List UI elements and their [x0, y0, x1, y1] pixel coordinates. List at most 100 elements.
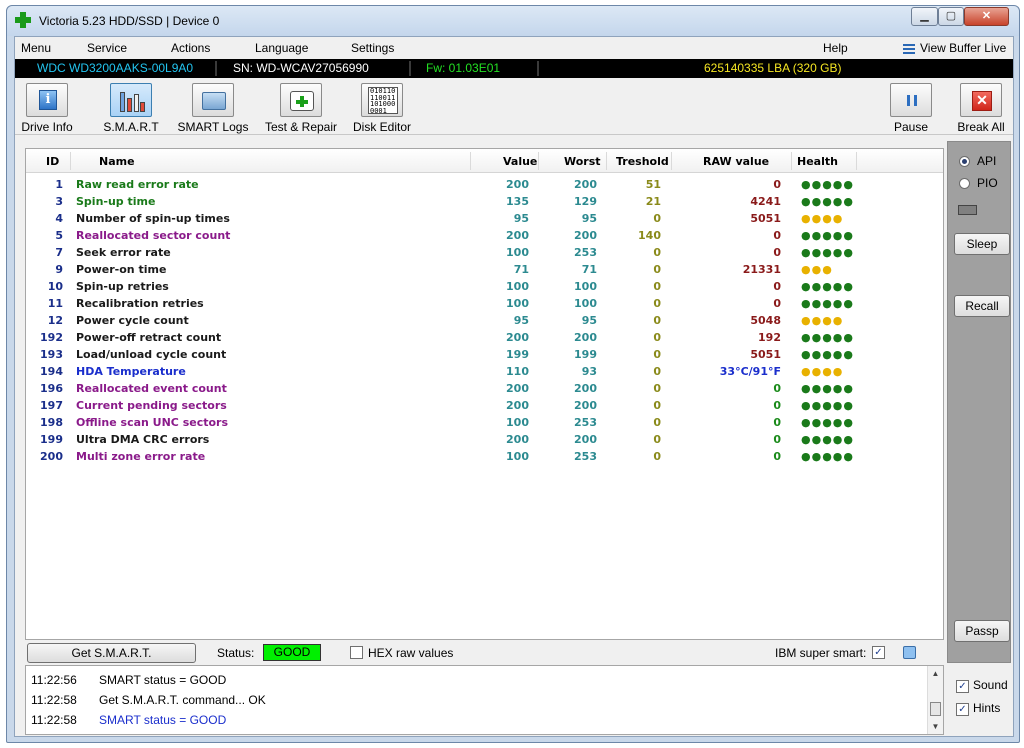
- recall-button[interactable]: Recall: [954, 295, 1010, 317]
- smart-logs-button[interactable]: SMART Logs: [177, 79, 249, 134]
- cell-raw-value: 5051: [750, 348, 781, 361]
- col-value[interactable]: Value: [503, 155, 537, 168]
- table-row[interactable]: 3 Spin-up time 135 129 21 4241 ●●●●●: [26, 193, 943, 210]
- get-smart-button[interactable]: Get S.M.A.R.T.: [27, 643, 196, 663]
- drive-info-button-frame: i: [26, 83, 68, 117]
- cell-id: 194: [40, 365, 63, 378]
- cell-name: Ultra DMA CRC errors: [76, 433, 210, 446]
- sound-checkbox[interactable]: ✓: [956, 680, 969, 693]
- col-health[interactable]: Health: [797, 155, 838, 168]
- table-row[interactable]: 194 HDA Temperature 110 93 0 33°C/91°F ●●●●: [26, 363, 943, 380]
- menu-help[interactable]: Help: [823, 41, 848, 55]
- passp-button[interactable]: Passp: [954, 620, 1010, 642]
- cell-name: HDA Temperature: [76, 365, 186, 378]
- cell-treshold: 21: [645, 195, 661, 208]
- cell-treshold: 0: [653, 246, 661, 259]
- col-raw-value[interactable]: RAW value: [703, 155, 769, 168]
- smart-table: ID Name Value Worst Treshold RAW value H…: [25, 148, 944, 640]
- menu-language[interactable]: Language: [255, 41, 308, 55]
- cell-worst: 100: [574, 280, 597, 293]
- menu-menu[interactable]: Menu: [21, 41, 51, 55]
- column-separator[interactable]: [538, 152, 539, 170]
- device-separator: [537, 61, 539, 76]
- table-row[interactable]: 12 Power cycle count 95 95 0 5048 ●●●●: [26, 312, 943, 329]
- test-repair-button[interactable]: Test & Repair: [263, 79, 339, 134]
- scroll-down-icon[interactable]: ▼: [928, 719, 943, 734]
- pause-button[interactable]: Pause: [889, 79, 933, 134]
- cell-value: 200: [506, 382, 529, 395]
- col-id[interactable]: ID: [46, 155, 59, 168]
- table-row[interactable]: 197 Current pending sectors 200 200 0 0 ●●●●●: [26, 397, 943, 414]
- api-radio[interactable]: [959, 156, 970, 167]
- minimize-button[interactable]: ▁: [911, 7, 938, 26]
- table-row[interactable]: 193 Load/unload cycle count 199 199 0 5051 ●●●…: [26, 346, 943, 363]
- sound-label: Sound: [973, 678, 1008, 692]
- cell-treshold: 0: [653, 382, 661, 395]
- table-row[interactable]: 1 Raw read error rate 200 200 51 0 ●●●●●: [26, 176, 943, 193]
- cell-raw-value: 21331: [742, 263, 781, 276]
- hex-raw-label: HEX raw values: [368, 646, 454, 660]
- ibm-super-smart-label: IBM super smart:: [775, 646, 867, 660]
- break-all-button[interactable]: ✕ Break All: [955, 79, 1007, 134]
- smart-table-header: ID Name Value Worst Treshold RAW value H…: [26, 149, 943, 173]
- smart-button[interactable]: S.M.A.R.T: [99, 79, 163, 134]
- column-separator[interactable]: [671, 152, 672, 170]
- cell-treshold: 0: [653, 433, 661, 446]
- table-row[interactable]: 9 Power-on time 71 71 0 21331 ●●●: [26, 261, 943, 278]
- cell-raw-value: 4241: [750, 195, 781, 208]
- column-separator[interactable]: [470, 152, 471, 170]
- col-worst[interactable]: Worst: [564, 155, 601, 168]
- cell-name: Power cycle count: [76, 314, 189, 327]
- scroll-up-icon[interactable]: ▲: [928, 666, 943, 681]
- cell-id: 12: [47, 314, 63, 327]
- table-row[interactable]: 192 Power-off retract count 200 200 0 192 ●●●●…: [26, 329, 943, 346]
- table-row[interactable]: 199 Ultra DMA CRC errors 200 200 0 0 ●●●●●: [26, 431, 943, 448]
- cell-treshold: 0: [653, 450, 661, 463]
- menu-service[interactable]: Service: [87, 41, 127, 55]
- folder-icon: [202, 92, 226, 110]
- view-buffer-live[interactable]: View Buffer Live: [903, 41, 1006, 55]
- title-bar[interactable]: Victoria 5.23 HDD/SSD | Device 0 ▁ ▢ ✕: [7, 6, 1019, 36]
- ibm-super-smart-checkbox[interactable]: ✓: [872, 646, 885, 659]
- column-separator[interactable]: [791, 152, 792, 170]
- menu-settings[interactable]: Settings: [351, 41, 394, 55]
- scroll-thumb[interactable]: [930, 702, 941, 716]
- table-row[interactable]: 11 Recalibration retries 100 100 0 0 ●●●●●: [26, 295, 943, 312]
- column-separator[interactable]: [606, 152, 607, 170]
- log-panel: 11:22:56 SMART status = GOOD 11:22:58 Get …: [25, 665, 944, 735]
- column-separator[interactable]: [856, 152, 857, 170]
- cell-worst: 200: [574, 178, 597, 191]
- table-row[interactable]: 200 Multi zone error rate 100 253 0 0 ●●●●●: [26, 448, 943, 465]
- cell-id: 193: [40, 348, 63, 361]
- hex-raw-checkbox[interactable]: [350, 646, 363, 659]
- maximize-button[interactable]: ▢: [938, 7, 964, 26]
- disk-editor-button[interactable]: 010110 110011 101000 0001 Disk Editor: [351, 79, 413, 134]
- log-scrollbar[interactable]: ▲ ▼: [927, 666, 943, 734]
- column-separator[interactable]: [70, 152, 71, 170]
- cell-value: 100: [506, 297, 529, 310]
- table-row[interactable]: 4 Number of spin-up times 95 95 0 5051 ●●●●: [26, 210, 943, 227]
- pio-radio[interactable]: [959, 178, 970, 189]
- table-row[interactable]: 198 Offline scan UNC sectors 100 253 0 0 ●●●●●: [26, 414, 943, 431]
- cell-health: ●●●●●: [801, 433, 854, 446]
- col-name[interactable]: Name: [99, 155, 135, 168]
- table-row[interactable]: 10 Spin-up retries 100 100 0 0 ●●●●●: [26, 278, 943, 295]
- col-treshold[interactable]: Treshold: [616, 155, 669, 168]
- table-row[interactable]: 196 Reallocated event count 200 200 0 0 ●●●●●: [26, 380, 943, 397]
- view-buffer-label: View Buffer Live: [920, 41, 1007, 55]
- cell-health: ●●●: [801, 263, 833, 276]
- status-bar: Get S.M.A.R.T. Status: GOOD HEX raw valu…: [25, 641, 944, 663]
- cell-treshold: 0: [653, 314, 661, 327]
- cell-id: 198: [40, 416, 63, 429]
- drive-info-button[interactable]: i Drive Info: [19, 79, 75, 134]
- sleep-button[interactable]: Sleep: [954, 233, 1010, 255]
- activity-indicator: [958, 205, 977, 215]
- cell-id: 192: [40, 331, 63, 344]
- hints-checkbox[interactable]: ✓: [956, 703, 969, 716]
- table-row[interactable]: 7 Seek error rate 100 253 0 0 ●●●●●: [26, 244, 943, 261]
- table-row[interactable]: 5 Reallocated sector count 200 200 140 0 ●●●●●: [26, 227, 943, 244]
- close-button[interactable]: ✕: [964, 7, 1009, 26]
- color-indicator[interactable]: [903, 646, 916, 659]
- menu-actions[interactable]: Actions: [171, 41, 210, 55]
- cell-value: 100: [506, 450, 529, 463]
